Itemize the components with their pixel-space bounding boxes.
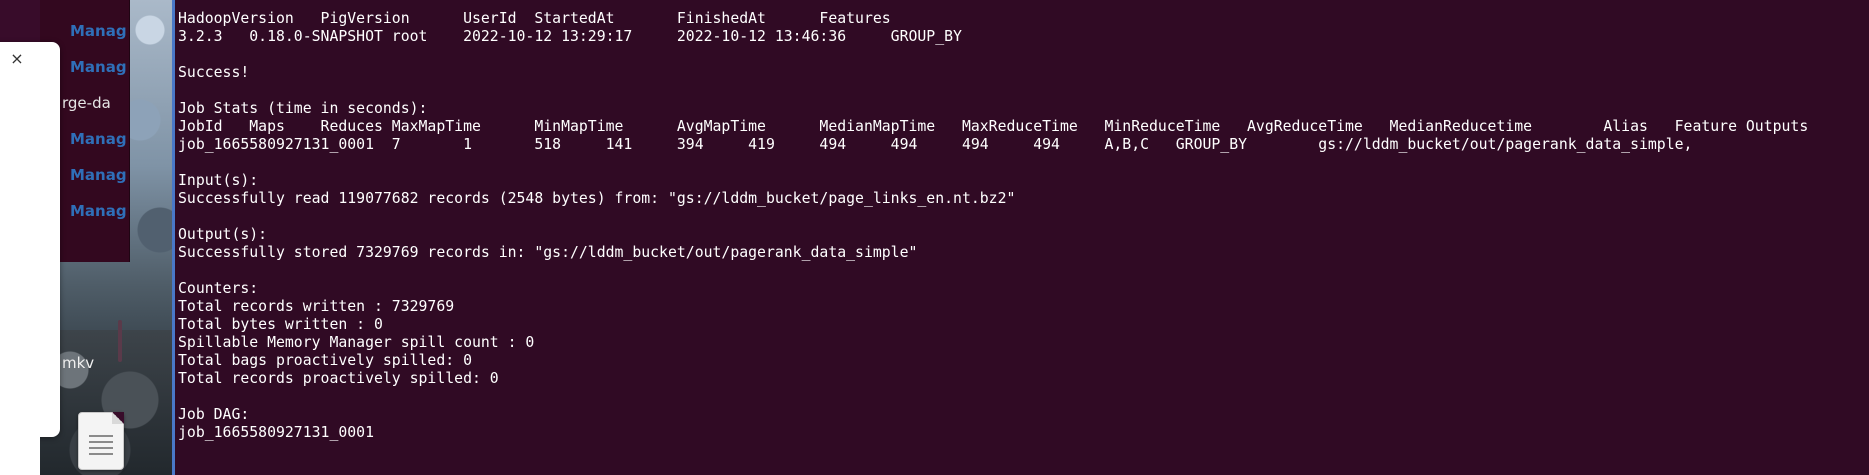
terminal-line: JobId Maps Reduces MaxMapTime MinMapTime…: [178, 118, 1809, 135]
terminal-line: Total records proactively spilled: 0: [178, 370, 499, 387]
file-manager-item[interactable]: Manag: [70, 130, 127, 148]
terminal-line: Total bytes written : 0: [178, 316, 383, 333]
file-manager-item[interactable]: Manag: [70, 22, 127, 40]
terminal-line: HadoopVersion PigVersion UserId StartedA…: [178, 10, 891, 27]
file-manager-item[interactable]: Manag: [70, 58, 127, 76]
file-manager-scrollbar[interactable]: [118, 320, 122, 362]
terminal-line: Success!: [178, 64, 250, 81]
terminal-line: Total bags proactively spilled: 0: [178, 352, 472, 369]
terminal-line: Counters:: [178, 280, 259, 297]
dialog-panel: [0, 42, 60, 437]
terminal-line: Output(s):: [178, 226, 268, 243]
terminal-line: job_1665580927131_0001: [178, 424, 374, 441]
terminal-line: Input(s):: [178, 172, 259, 189]
file-manager-item[interactable]: Manag: [70, 166, 127, 184]
terminal-line: Spillable Memory Manager spill count : 0: [178, 334, 535, 351]
close-icon[interactable]: ×: [10, 51, 24, 67]
terminal-line: Successfully read 119077682 records (254…: [178, 190, 1016, 207]
terminal-output: HadoopVersion PigVersion UserId StartedA…: [178, 10, 1808, 442]
file-manager-item[interactable]: rge-da: [62, 94, 111, 112]
terminal-line: Job Stats (time in seconds):: [178, 100, 428, 117]
terminal-line: Total records written : 7329769: [178, 298, 455, 315]
terminal-window[interactable]: HadoopVersion PigVersion UserId StartedA…: [172, 0, 1869, 475]
dialog-footer: [0, 435, 40, 475]
document-file-icon[interactable]: [78, 412, 124, 470]
desktop: Manag Manag rge-da Manag Manag Manag mkv…: [0, 0, 1869, 475]
terminal-line: Job DAG:: [178, 406, 250, 423]
terminal-line: 3.2.3 0.18.0-SNAPSHOT root 2022-10-12 13…: [178, 28, 962, 45]
terminal-line: Successfully stored 7329769 records in: …: [178, 244, 918, 261]
file-manager-item[interactable]: Manag: [70, 202, 127, 220]
terminal-line: job_1665580927131_0001 7 1 518 141 394 4…: [178, 136, 1693, 153]
file-name-label[interactable]: mkv: [62, 354, 94, 372]
